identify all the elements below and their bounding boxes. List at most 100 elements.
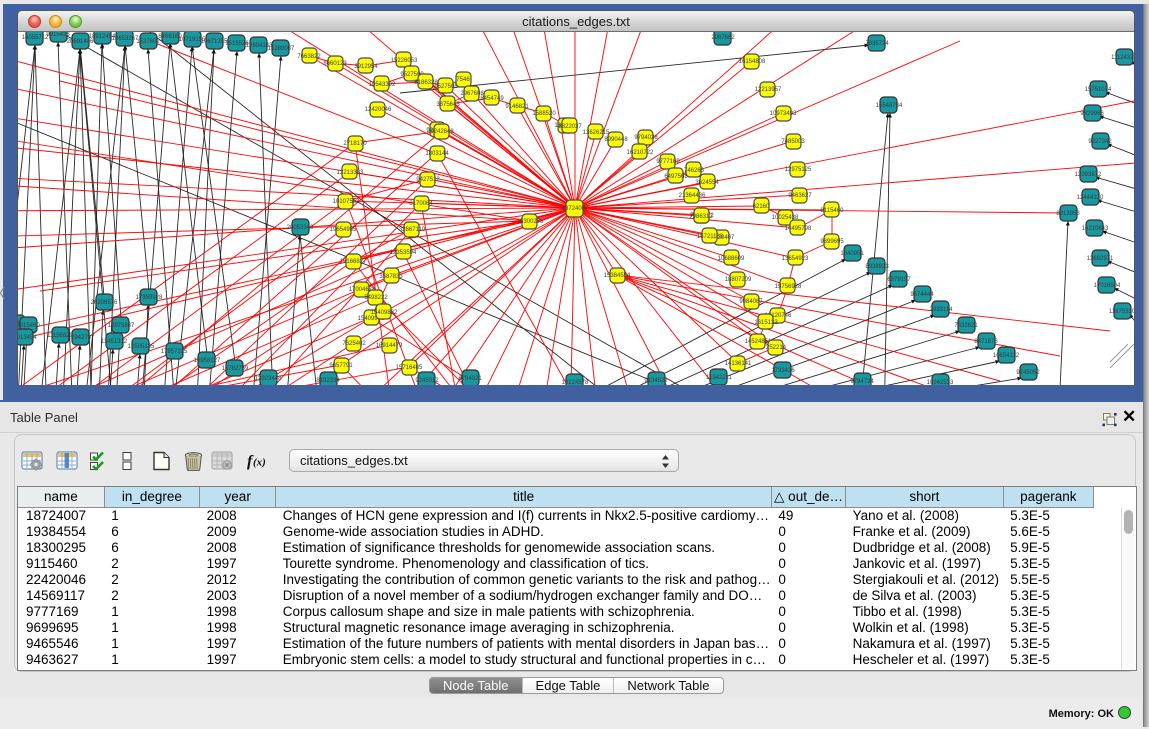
svg-text:12444130: 12444130 (1077, 195, 1104, 201)
svg-text:16210722: 16210722 (627, 150, 654, 156)
svg-text:2087662: 2087662 (711, 35, 735, 41)
svg-text:16914479: 16914479 (376, 343, 403, 349)
svg-text:12923448: 12923448 (255, 376, 282, 382)
svg-text:1588520: 1588520 (532, 111, 556, 117)
svg-text:14055712: 14055712 (22, 35, 49, 41)
svg-text:9915428: 9915428 (46, 32, 70, 38)
svg-text:16548784: 16548784 (876, 103, 903, 109)
svg-text:32867110: 32867110 (399, 227, 426, 233)
svg-text:8822037: 8822037 (558, 124, 582, 130)
svg-text:9134522: 9134522 (644, 378, 668, 384)
svg-text:1733426: 1733426 (771, 368, 795, 374)
svg-text:3875645: 3875645 (436, 102, 460, 108)
svg-text:10543392: 10543392 (369, 82, 396, 88)
svg-text:7663822: 7663822 (297, 54, 321, 60)
svg-text:13626215: 13626215 (583, 130, 610, 136)
svg-text:9245012: 9245012 (415, 378, 439, 384)
svg-text:8192334: 8192334 (316, 378, 340, 384)
svg-text:7835724: 7835724 (865, 41, 889, 47)
svg-text:9329966: 9329966 (1080, 111, 1104, 117)
svg-text:9463627: 9463627 (788, 193, 812, 199)
svg-text:15751074: 15751074 (1085, 87, 1112, 93)
svg-text:8454749: 8454749 (480, 96, 504, 102)
svg-text:10107553: 10107553 (333, 199, 360, 205)
svg-text:15384554: 15384554 (604, 273, 631, 279)
svg-text:9146821: 9146821 (505, 104, 529, 110)
svg-text:10688609: 10688609 (718, 256, 745, 262)
svg-text:8794021: 8794021 (458, 376, 482, 382)
svg-text:10958127: 10958127 (194, 358, 221, 364)
svg-text:12353594: 12353594 (390, 250, 417, 256)
svg-text:15300275: 15300275 (517, 219, 544, 225)
svg-text:1803144: 1803144 (425, 151, 449, 157)
svg-text:9777169: 9777169 (656, 159, 680, 165)
svg-text:9913454: 9913454 (18, 335, 37, 341)
svg-text:16210643: 16210643 (1082, 226, 1109, 232)
svg-text:12942737: 12942737 (68, 335, 95, 341)
svg-text:16154808: 16154808 (739, 59, 766, 65)
svg-text:3624554: 3624554 (695, 180, 719, 186)
svg-text:9245052: 9245052 (1016, 370, 1040, 376)
svg-text:19166827: 19166827 (340, 259, 367, 265)
svg-text:14495798: 14495798 (785, 226, 812, 232)
svg-text:12093872: 12093872 (1075, 172, 1102, 178)
svg-text:9657791: 9657791 (329, 363, 353, 369)
svg-text:21364436: 21364436 (679, 193, 706, 199)
svg-text:3912954: 3912954 (354, 64, 378, 70)
svg-text:11451312: 11451312 (101, 339, 128, 345)
svg-text:10973493: 10973493 (770, 111, 797, 117)
svg-text:6497568: 6497568 (664, 174, 688, 180)
svg-text:8990448: 8990448 (604, 137, 628, 143)
svg-text:8213958: 8213958 (1056, 211, 1080, 217)
svg-text:8938923: 8938923 (865, 264, 889, 270)
svg-text:11675330: 11675330 (1109, 309, 1134, 315)
svg-text:15409822: 15409822 (371, 310, 398, 316)
svg-text:16782759: 16782759 (222, 366, 249, 372)
svg-text:20053346: 20053346 (287, 225, 314, 231)
svg-text:15721183: 15721183 (697, 234, 724, 240)
svg-text:11342211: 11342211 (706, 375, 732, 381)
svg-text:19756928: 19756928 (775, 284, 802, 290)
svg-text:3170064: 3170064 (409, 201, 433, 207)
svg-text:17359928: 17359928 (136, 295, 163, 301)
svg-text:2933114: 2933114 (930, 307, 954, 313)
svg-text:9427512: 9427512 (416, 177, 440, 183)
svg-text:7632621: 7632621 (954, 323, 978, 329)
svg-text:62160: 62160 (753, 204, 770, 210)
svg-text:9242848: 9242848 (430, 129, 454, 135)
svg-text:18724007: 18724007 (562, 206, 589, 212)
svg-text:17957225: 17957225 (161, 349, 188, 355)
svg-text:1640951: 1640951 (840, 251, 864, 257)
svg-text:252214: 252214 (766, 345, 787, 351)
svg-text:26206576: 26206576 (91, 300, 118, 306)
svg-text:14136141: 14136141 (725, 361, 752, 367)
svg-text:5498222: 5498222 (364, 295, 388, 301)
svg-text:3587833: 3587833 (379, 274, 403, 280)
svg-text:9794028: 9794028 (634, 135, 658, 141)
svg-text:12505135: 12505135 (128, 344, 155, 350)
svg-text:13654923: 13654923 (782, 256, 809, 262)
svg-text:9899695: 9899695 (820, 239, 844, 245)
svg-text:8660123: 8660123 (323, 61, 347, 67)
svg-text:12213383: 12213383 (337, 170, 364, 176)
svg-text:12420046: 12420046 (365, 107, 392, 113)
svg-text:10654112: 10654112 (993, 353, 1020, 359)
svg-text:10671355: 10671355 (201, 39, 228, 45)
svg-text:746266: 746266 (684, 168, 705, 174)
svg-text:(x): (x) (253, 457, 266, 469)
svg-text:10975887: 10975887 (108, 323, 135, 329)
svg-text:18807209: 18807209 (725, 277, 752, 283)
svg-text:19654985: 19654985 (330, 227, 357, 233)
svg-text:7546: 7546 (456, 77, 470, 83)
svg-text:7625402: 7625402 (342, 341, 366, 347)
svg-text:2718170: 2718170 (343, 141, 367, 147)
svg-text:12213957: 12213957 (755, 87, 782, 93)
svg-text:6879197: 6879197 (887, 277, 911, 283)
svg-text:9674444: 9674444 (910, 292, 934, 298)
svg-text:9794734: 9794734 (850, 379, 874, 385)
svg-text:15226053: 15226053 (391, 58, 418, 64)
svg-text:7986312: 7986312 (689, 214, 713, 220)
svg-text:9527505: 9527505 (434, 84, 458, 90)
svg-text:1615132: 1615132 (754, 320, 778, 326)
svg-text:16280087: 16280087 (268, 46, 295, 52)
